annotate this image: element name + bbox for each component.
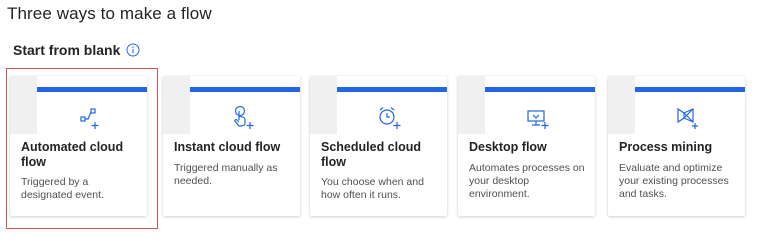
card-accent-bar [337,87,447,92]
card-accent-bar [37,87,147,92]
card-decoration [608,76,635,134]
process-mining-icon [673,104,701,132]
scheduled-flow-icon [375,104,403,132]
automated-flow-icon [75,104,103,132]
card-decoration [163,76,190,134]
instant-flow-icon [228,104,256,132]
desktop-flow-icon [523,104,551,132]
flow-type-cards: Automated cloud flow Triggered by a desi… [0,0,768,252]
card-description: Triggered manually as needed. [174,162,278,187]
card-decoration [10,76,37,134]
card-description: You choose when and how often it runs. [321,176,424,201]
card-accent-bar [190,87,300,92]
card-accent-bar [485,87,595,92]
card-title: Automated cloud flow [21,140,124,169]
card-title: Instant cloud flow [174,140,281,154]
card-decoration [458,76,485,134]
card-description: Evaluate and optimize your existing proc… [619,162,729,200]
card-process-mining[interactable]: Process mining Evaluate and optimize you… [608,76,745,216]
card-title: Process mining [619,140,713,154]
card-scheduled-cloud-flow[interactable]: Scheduled cloud flow You choose when and… [310,76,447,216]
card-title: Scheduled cloud flow [321,140,422,169]
card-decoration [310,76,337,134]
card-description: Triggered by a designated event. [21,176,104,201]
card-instant-cloud-flow[interactable]: Instant cloud flow Triggered manually as… [163,76,300,216]
card-title: Desktop flow [469,140,547,154]
card-description: Automates processes on your desktop envi… [469,162,585,200]
card-accent-bar [635,87,745,92]
card-desktop-flow[interactable]: Desktop flow Automates processes on your… [458,76,595,216]
card-automated-cloud-flow[interactable]: Automated cloud flow Triggered by a desi… [10,76,147,216]
